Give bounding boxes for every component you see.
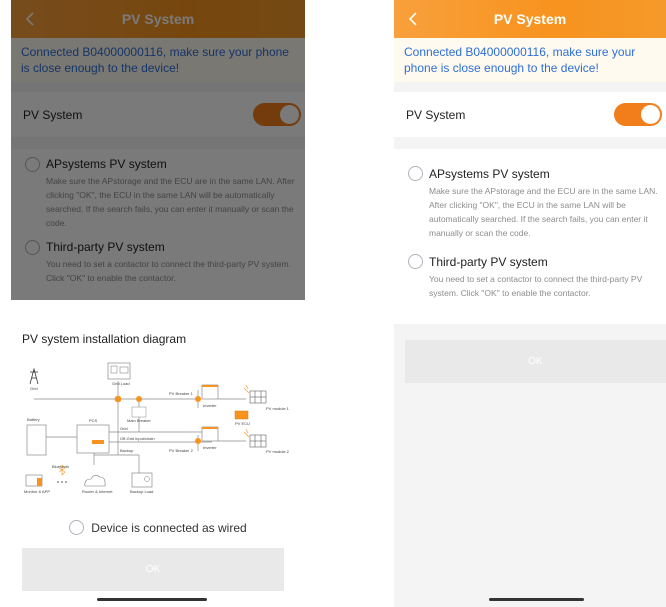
pv-options-panel: APsystems PV system Make sure the APstor…	[394, 149, 666, 324]
diagram-title: PV system installation diagram	[22, 332, 187, 346]
page-title: PV System	[493, 11, 567, 27]
home-indicator	[489, 598, 584, 601]
label-inverter-1: Inverter	[203, 403, 217, 408]
third-party-radio[interactable]	[408, 254, 423, 269]
wired-option[interactable]: Device is connected as wired	[11, 520, 305, 535]
label-grid-load: Grid Load	[112, 381, 130, 386]
label-pv-module-1: PV module 1	[266, 406, 290, 411]
label-grid: Grid	[30, 386, 38, 391]
label-monitor-app: Monitor & APP	[24, 489, 50, 494]
apsystems-description: Make sure the APstorage and the ECU are …	[429, 186, 658, 238]
apsystems-radio[interactable]	[408, 166, 423, 181]
third-party-description: You need to set a contactor to connect t…	[429, 274, 643, 298]
label-pv-breaker-1: PV Breaker 1	[169, 391, 194, 396]
app-header: PV System	[394, 0, 666, 38]
modal-overlay[interactable]	[11, 0, 305, 300]
installation-diagram: Grid Load Grid Battery PCS Main Breaker …	[24, 362, 290, 494]
label-main-breaker: Main Breaker	[127, 418, 151, 423]
phone-left: PV System Connected B04000000116, make s…	[11, 0, 305, 607]
label-pv-ecu: PV ECU	[235, 421, 250, 426]
apsystems-title: APsystems PV system	[429, 167, 550, 181]
grid-tower-icon	[29, 367, 39, 385]
third-party-title: Third-party PV system	[429, 255, 548, 269]
label-battery: Battery	[27, 417, 40, 422]
label-router: Router & Internet	[82, 489, 113, 494]
pv-system-toggle-row: PV System	[394, 92, 666, 137]
wired-radio[interactable]	[69, 520, 85, 535]
label-pv-breaker-2: PV Breaker 2	[169, 448, 194, 453]
ok-button[interactable]: OK	[22, 548, 284, 591]
label-bluetooth: Bluetooth	[52, 464, 69, 469]
screenshot-canvas: PV System Connected B04000000116, make s…	[0, 0, 666, 607]
pv-system-switch[interactable]	[614, 103, 662, 126]
label-backup: Backup	[120, 448, 134, 453]
phone-right: PV System Connected B04000000116, make s…	[394, 0, 666, 607]
label-backup-load: Backup Load	[130, 489, 153, 494]
label-pcs: PCS	[89, 418, 98, 423]
pv-system-label: PV System	[406, 107, 466, 122]
connection-banner: Connected B04000000116, make sure your p…	[394, 38, 666, 82]
back-icon[interactable]	[404, 9, 424, 29]
home-indicator	[97, 598, 207, 601]
ok-button[interactable]: OK	[405, 340, 666, 383]
wired-label: Device is connected as wired	[91, 520, 247, 535]
label-off-grid: Off-Grid input/chain	[120, 436, 155, 441]
label-grid-line: Grid	[120, 426, 128, 431]
label-inverter-2: Inverter	[203, 445, 217, 450]
label-pv-module-2: PV module 2	[266, 449, 290, 454]
switch-knob	[641, 105, 660, 124]
